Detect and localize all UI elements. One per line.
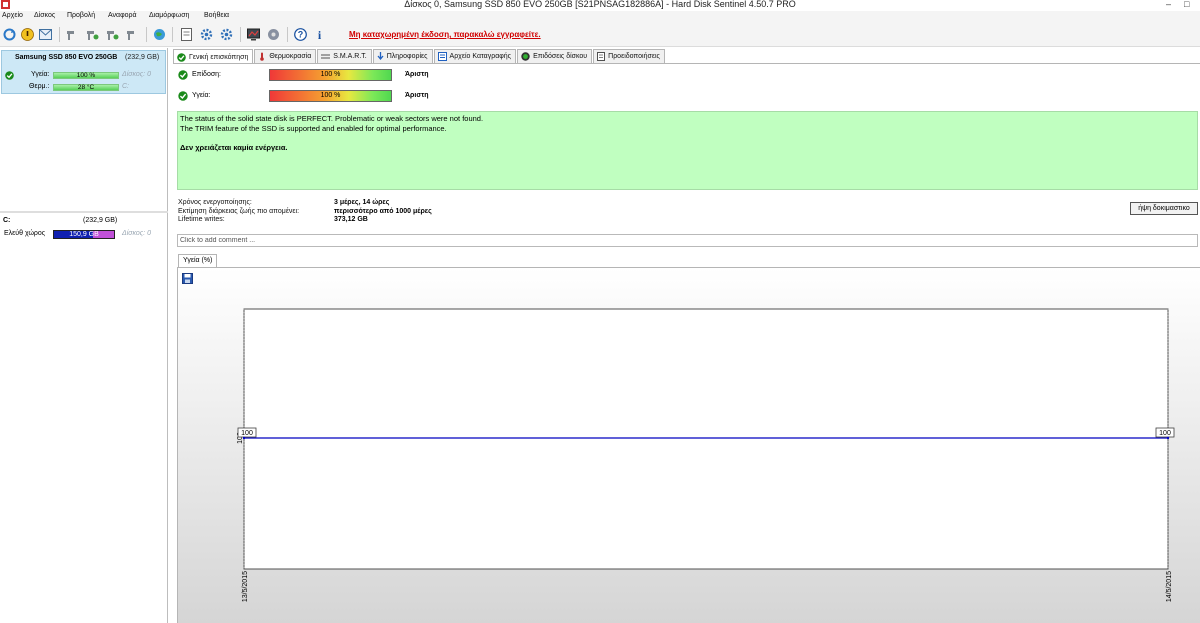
- log-icon: [437, 52, 447, 61]
- wrench-icon[interactable]: [105, 27, 120, 42]
- disk-id-label: Δίσκος: 0: [122, 71, 151, 78]
- data-label: 100: [241, 430, 253, 437]
- menu-bar: Αρχείο Δίσκος Προβολή Αναφορά Διαμόρφωση…: [0, 11, 1200, 23]
- disk-size: (232,9 GB): [125, 54, 160, 61]
- panel-splitter[interactable]: [0, 211, 168, 213]
- x-tick-label: 13/5/2015: [242, 571, 249, 602]
- plot-area: [243, 308, 1169, 570]
- maximize-button[interactable]: □: [1184, 0, 1189, 9]
- list-icon: [321, 54, 331, 58]
- tab-temperature[interactable]: Θερμοκρασία: [254, 49, 317, 63]
- health-chart-panel: 100 100 100 13/5/2015 14/5/2015: [177, 267, 1200, 623]
- tab-bar: Γενική επισκόπηση Θερμοκρασία S.M.A.R.T.…: [173, 49, 666, 64]
- disk-card[interactable]: Samsung SSD 850 EVO 250GB (232,9 GB) Υγε…: [1, 50, 166, 94]
- health-bar: 100 %: [269, 90, 392, 102]
- temperature-label: Θερμ.:: [29, 83, 50, 90]
- gear-icon[interactable]: [199, 27, 214, 42]
- alert-icon[interactable]: [20, 27, 35, 42]
- minimize-button[interactable]: –: [1166, 0, 1171, 9]
- info-icon: [377, 52, 384, 61]
- document-icon[interactable]: [179, 27, 194, 42]
- health-mini-bar: 100 %: [53, 72, 119, 79]
- drive-letter-label: C:: [122, 83, 129, 90]
- info-row: Lifetime writes: 373,12 GB: [178, 216, 368, 223]
- performance-icon: [521, 52, 530, 61]
- tab-log[interactable]: Αρχείο Καταγραφής: [433, 49, 517, 63]
- partition-size: (232,9 GB): [83, 217, 118, 224]
- partition-disk-id: Δίσκος: 0: [122, 230, 151, 237]
- health-label: Υγεία:: [192, 92, 211, 99]
- tab-smart[interactable]: S.M.A.R.T.: [317, 49, 372, 63]
- menu-report[interactable]: Αναφορά: [108, 12, 137, 19]
- disk-info: Χρόνος ενεργοποίησης: 3 μέρες, 14 ώρες Ε…: [178, 199, 578, 225]
- main-content: Γενική επισκόπηση Θερμοκρασία S.M.A.R.T.…: [170, 48, 1200, 623]
- title-bar: Δίσκος 0, Samsung SSD 850 EVO 250GB [S21…: [0, 0, 1200, 11]
- toolbar: ? i Μη καταχωρημένη έκδοση, παρακαλώ εγγ…: [0, 23, 1200, 47]
- menu-disk[interactable]: Δίσκος: [34, 12, 55, 19]
- check-icon: [177, 52, 186, 62]
- globe-icon[interactable]: [152, 27, 167, 42]
- gear-icon[interactable]: [219, 27, 234, 42]
- svg-text:i: i: [318, 28, 322, 41]
- tab-performance[interactable]: Επιδόσεις δίσκου: [517, 49, 593, 63]
- x-tick-label: 14/5/2015: [1166, 571, 1173, 602]
- check-icon: [5, 71, 14, 80]
- menu-help[interactable]: Βοήθεια: [204, 12, 229, 19]
- action-text: Δεν χρειάζεται καμία ενέργεια.: [180, 143, 288, 152]
- temperature-mini-bar: 28 °C: [53, 84, 119, 91]
- chart-tab-health[interactable]: Υγεία (%): [178, 254, 218, 267]
- menu-file[interactable]: Αρχείο: [2, 12, 23, 19]
- partition-letter: C:: [3, 217, 11, 224]
- check-icon: [178, 70, 188, 80]
- thermometer-icon: [260, 52, 265, 61]
- info-row: Εκτίμηση διάρκειας ζωής πιο απομένει: πε…: [178, 207, 432, 215]
- wrench-icon[interactable]: [85, 27, 100, 42]
- free-space-value: 150,9 GB: [69, 231, 99, 238]
- data-point: [242, 436, 246, 440]
- document-icon: [597, 52, 606, 61]
- wrench-icon[interactable]: [65, 27, 80, 42]
- settings-icon[interactable]: [266, 27, 281, 42]
- svg-text:?: ?: [298, 30, 304, 40]
- health-chart: 100100 10013/5/2015 14/5/2015: [237, 308, 1175, 602]
- free-space-bar: 150,9 GB: [53, 230, 115, 239]
- tab-alerts[interactable]: Προειδοποιήσεις: [593, 49, 665, 63]
- status-line: The status of the solid state disk is PE…: [180, 114, 484, 123]
- comment-input[interactable]: [177, 234, 1198, 247]
- partition-header[interactable]: C: (232,9 GB): [1, 214, 166, 227]
- status-line: The TRIM feature of the SSD is supported…: [180, 123, 447, 133]
- check-icon: [178, 91, 188, 101]
- test-button[interactable]: ήψη δοκιμαστικο: [1130, 202, 1198, 215]
- tab-overview[interactable]: Γενική επισκόπηση: [173, 49, 254, 64]
- data-label: 100: [1159, 430, 1171, 437]
- performance-label: Επίδοση:: [192, 71, 222, 78]
- mail-icon[interactable]: [38, 27, 53, 42]
- free-space-label: Ελεύθ χώρος: [4, 230, 46, 237]
- status-description: The status of the solid state disk is PE…: [177, 111, 1198, 190]
- health-rating: Άριστη: [405, 92, 429, 99]
- tab-information[interactable]: Πληροφορίες: [372, 49, 433, 63]
- disk-list-panel: Samsung SSD 850 EVO 250GB (232,9 GB) Υγε…: [0, 48, 168, 623]
- unregistered-warning-link[interactable]: Μη καταχωρημένη έκδοση, παρακαλώ εγγραφε…: [349, 30, 541, 39]
- health-row: Υγεία: 100 % Άριστη: [178, 90, 478, 103]
- performance-rating: Άριστη: [405, 71, 429, 78]
- partition-free-space-row[interactable]: Ελεύθ χώρος 150,9 GB Δίσκος: 0: [1, 228, 166, 240]
- menu-view[interactable]: Προβολή: [67, 12, 95, 19]
- data-point: [1166, 436, 1170, 440]
- window-title: Δίσκος 0, Samsung SSD 850 EVO 250GB [S21…: [404, 0, 796, 9]
- monitor-icon[interactable]: [246, 27, 261, 42]
- refresh-icon[interactable]: [2, 27, 17, 42]
- info-icon[interactable]: i: [312, 27, 327, 42]
- disk-name: Samsung SSD 850 EVO 250GB: [15, 54, 118, 61]
- info-row: Χρόνος ενεργοποίησης: 3 μέρες, 14 ώρες: [178, 199, 390, 206]
- wrench-icon[interactable]: [125, 27, 140, 42]
- performance-row: Επίδοση: 100 % Άριστη: [178, 69, 478, 82]
- menu-configuration[interactable]: Διαμόρφωση: [149, 12, 189, 19]
- help-icon[interactable]: ?: [293, 27, 308, 42]
- health-label: Υγεία:: [31, 71, 50, 78]
- performance-bar: 100 %: [269, 69, 392, 81]
